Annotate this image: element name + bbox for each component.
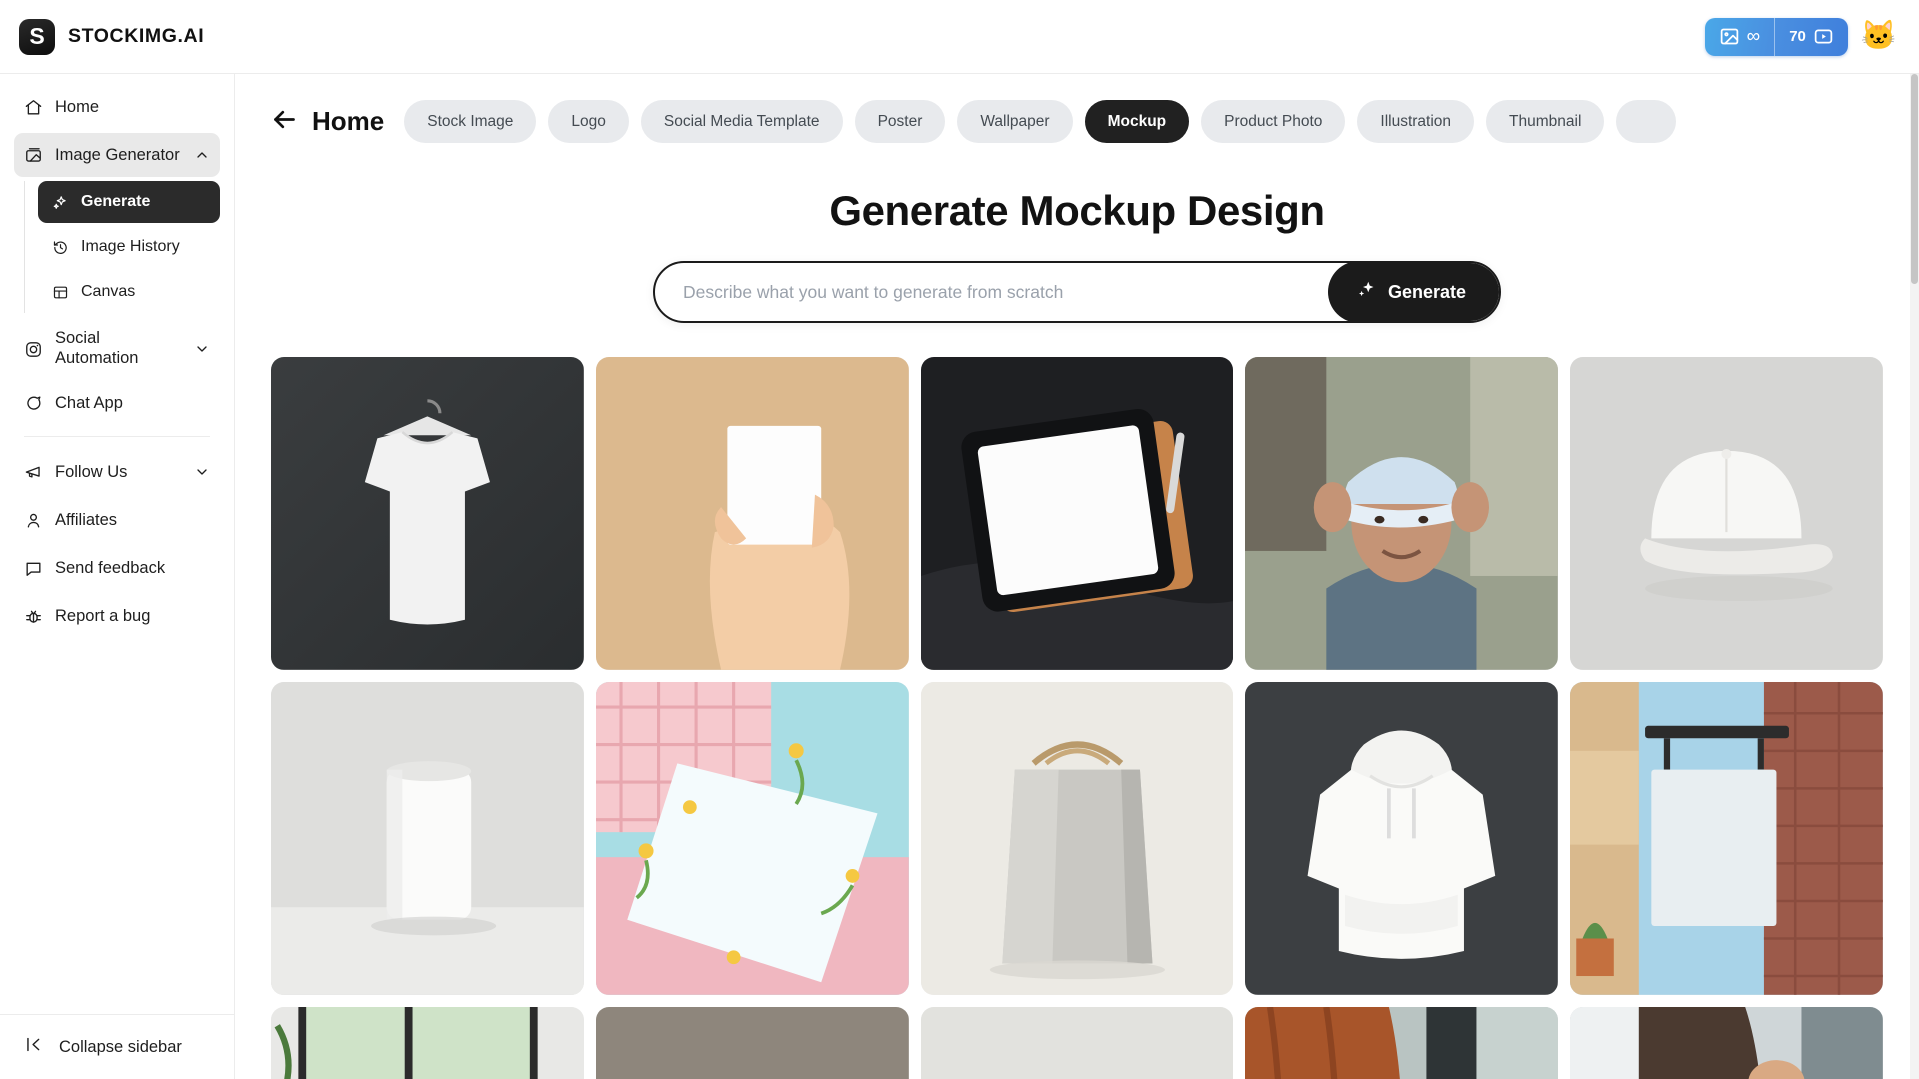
tab-stock-image[interactable]: Stock Image	[404, 100, 537, 143]
gallery-tile-white-tshirt-on-hanger-mockup[interactable]	[271, 357, 584, 670]
sidebar-item-send-feedback[interactable]: Send feedback	[14, 546, 220, 590]
sidebar-divider	[24, 436, 210, 437]
video-credits-value: 70	[1789, 28, 1806, 45]
top-bar: S STOCKIMG.AI ∞ 70 🐱	[0, 0, 1919, 74]
user-icon	[24, 511, 43, 530]
message-square-icon	[24, 559, 43, 578]
history-icon	[51, 239, 69, 256]
sidebar-item-label: Image History	[81, 238, 180, 255]
gallery-tile-hand-holding-blank-card-mockup[interactable]	[595, 357, 909, 670]
page-scrollbar-thumb[interactable]	[1911, 74, 1918, 284]
sidebar-subnav-image-generator: Generate Image History Canvas	[24, 181, 220, 313]
arrow-left-icon[interactable]	[271, 106, 298, 138]
megaphone-icon	[24, 463, 43, 482]
generate-button-label: Generate	[1387, 281, 1466, 302]
gallery-tile-smartphone-screen-mockup[interactable]	[595, 1006, 909, 1079]
tab-mockup[interactable]: Mockup	[1084, 100, 1190, 143]
sidebar-item-label: Canvas	[81, 283, 136, 300]
main-area: Home Stock Image Logo Social Media Templ…	[235, 74, 1919, 1079]
tab-thumbnail[interactable]: Thumbnail	[1486, 100, 1605, 143]
sidebar-item-report-a-bug[interactable]: Report a bug	[14, 594, 220, 638]
gallery-tile-white-baseball-cap-mockup[interactable]	[1570, 357, 1883, 670]
brand-name: STOCKIMG.AI	[68, 25, 205, 47]
back-to-home[interactable]: Home	[271, 106, 392, 138]
tab-logo[interactable]: Logo	[548, 100, 629, 143]
gallery-tile-white-hoodie-mockup[interactable]	[1245, 681, 1559, 995]
sidebar-item-canvas[interactable]: Canvas	[38, 271, 220, 313]
stockimg-logo-icon: S	[19, 18, 55, 55]
sidebar-item-affiliates[interactable]: Affiliates	[14, 498, 220, 542]
gallery-tile-woman-holding-phone-mockup[interactable]	[1570, 1006, 1883, 1079]
sidebar-item-generate[interactable]: Generate	[38, 181, 220, 223]
sidebar-item-chat-app[interactable]: Chat App	[14, 381, 220, 425]
sidebar-item-label: Send feedback	[55, 558, 166, 577]
avatar[interactable]: 🐱	[1861, 22, 1897, 51]
gallery-tile-blank-soda-can-mockup[interactable]	[271, 681, 584, 995]
gallery-tile-tablet-on-notebook-mockup[interactable]	[920, 357, 1234, 670]
category-tab-bar: Home Stock Image Logo Social Media Templ…	[235, 74, 1919, 165]
collapse-sidebar-button[interactable]: Collapse sidebar	[24, 1024, 210, 1070]
sidebar-item-label: Social Automation	[55, 329, 139, 367]
sidebar-item-home[interactable]: Home	[14, 85, 220, 129]
video-play-icon	[1813, 26, 1834, 47]
message-circle-icon	[24, 394, 43, 413]
image-credits-value: ∞	[1746, 26, 1761, 47]
brand-logo[interactable]: S STOCKIMG.AI	[19, 18, 205, 55]
home-icon	[24, 98, 43, 117]
sidebar-footer: Collapse sidebar	[0, 1014, 234, 1079]
gallery-tile-framed-poster-by-window-mockup[interactable]	[271, 1006, 584, 1079]
prompt-input[interactable]	[655, 263, 1328, 321]
page-scrollbar[interactable]	[1910, 74, 1919, 1079]
layout-icon	[51, 284, 69, 301]
prompt-row: Generate	[271, 261, 1883, 323]
video-credits-segment[interactable]: 70	[1774, 17, 1848, 56]
prompt-bar: Generate	[653, 261, 1501, 323]
chevron-up-icon	[194, 147, 210, 163]
content-area: Generate Mockup Design Generate	[235, 165, 1919, 1079]
generate-button[interactable]: Generate	[1327, 263, 1499, 321]
tab-next-partial[interactable]	[1616, 100, 1677, 143]
sidebar: Home Image Generator Generate Image Hist…	[0, 74, 235, 1079]
image-icon	[1719, 26, 1740, 47]
sidebar-item-label: Generate	[81, 193, 151, 210]
chevron-down-icon	[194, 464, 210, 480]
sidebar-item-label: Affiliates	[55, 510, 118, 529]
top-bar-right: ∞ 70 🐱	[1704, 17, 1897, 56]
tab-wallpaper[interactable]: Wallpaper	[957, 100, 1073, 143]
sidebar-scroll-area: Home Image Generator Generate Image Hist…	[0, 85, 234, 1014]
sidebar-item-label: Image Generator	[55, 145, 180, 164]
mockup-gallery-grid	[271, 357, 1883, 1079]
image-icon	[24, 146, 43, 165]
tab-illustration[interactable]: Illustration	[1357, 100, 1475, 143]
instagram-icon	[24, 340, 43, 359]
sidebar-item-social-automation[interactable]: Social Automation	[14, 321, 220, 377]
bug-icon	[24, 607, 43, 626]
sidebar-item-label: Report a bug	[55, 606, 151, 625]
sidebar-item-label: Follow Us	[55, 462, 128, 481]
tab-social-media-template[interactable]: Social Media Template	[640, 100, 843, 143]
page-breadcrumb-title: Home	[312, 106, 385, 136]
tab-poster[interactable]: Poster	[854, 100, 946, 143]
app-shell: Home Image Generator Generate Image Hist…	[0, 74, 1919, 1079]
sparkles-icon	[1356, 279, 1377, 305]
image-credits-segment[interactable]: ∞	[1705, 18, 1775, 56]
gallery-tile-blank-wall-with-daisies-mockup[interactable]	[920, 1006, 1234, 1079]
sparkles-icon	[51, 194, 69, 211]
page-title: Generate Mockup Design	[829, 187, 1325, 234]
gallery-tile-greeting-card-with-flowers-mockup[interactable]	[595, 681, 909, 995]
collapse-left-icon	[24, 1035, 43, 1059]
gallery-tile-man-wearing-white-cap-mockup[interactable]	[1245, 357, 1559, 670]
gallery-tile-hanging-shop-sign-mockup[interactable]	[1570, 681, 1883, 995]
chevron-down-icon	[194, 341, 210, 357]
gallery-tile-paper-shopping-bag-mockup[interactable]	[920, 681, 1234, 995]
tab-product-photo[interactable]: Product Photo	[1201, 100, 1346, 143]
credits-badge[interactable]: ∞ 70	[1704, 17, 1848, 56]
sidebar-item-image-generator[interactable]: Image Generator	[14, 133, 220, 177]
sidebar-item-label: Chat App	[55, 393, 123, 412]
sidebar-item-label: Home	[55, 97, 100, 116]
sidebar-item-image-history[interactable]: Image History	[38, 226, 220, 268]
gallery-tile-woman-with-mug-mockup[interactable]	[1245, 1006, 1559, 1079]
collapse-sidebar-label: Collapse sidebar	[59, 1037, 182, 1056]
sidebar-item-follow-us[interactable]: Follow Us	[14, 450, 220, 494]
